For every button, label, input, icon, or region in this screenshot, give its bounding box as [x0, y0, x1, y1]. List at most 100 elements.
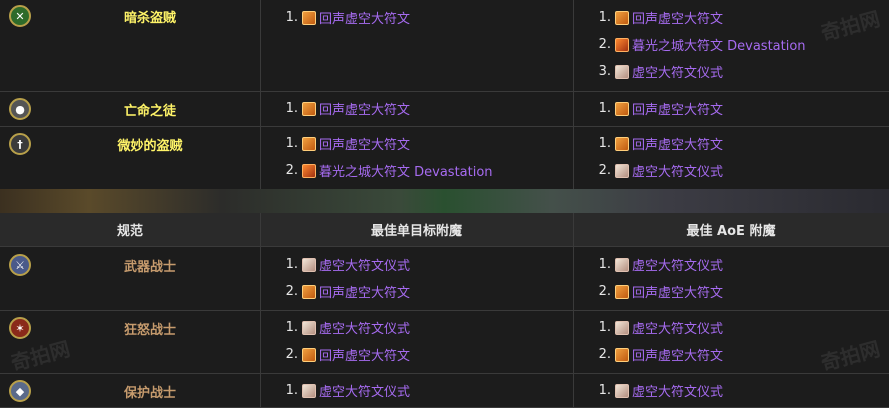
spec-name: 狂怒战士 — [123, 323, 176, 338]
echo-rune-icon — [615, 10, 629, 25]
enchant-link[interactable]: 回声虚空大符文 — [319, 345, 410, 364]
echo-rune-icon — [302, 136, 316, 151]
enchant-list-item[interactable]: 1. 虚空大符文仪式 — [282, 381, 410, 400]
shadow-dagger-icon: † — [9, 133, 31, 155]
enchant-link[interactable]: 回声虚空大符文 — [319, 282, 410, 301]
enchant-link[interactable]: 回声虚空大符文 — [632, 8, 723, 27]
enchant-list-item[interactable]: 3. 虚空大符文仪式 — [595, 62, 723, 81]
item-number: 2. — [598, 347, 611, 362]
enchant-list-item[interactable]: 2. 暮光之城大符文 Devastation — [282, 161, 493, 180]
spec-cell: ● 亡命之徒 — [0, 91, 261, 126]
item-number: 1. — [285, 136, 298, 151]
enchant-link[interactable]: 虚空大符文仪式 — [319, 255, 410, 274]
enchant-link[interactable]: 回声虚空大符文 — [319, 8, 410, 27]
echo-rune-icon — [302, 101, 316, 116]
enchant-list-item[interactable]: 1. 回声虚空大符文 — [595, 8, 723, 27]
enchant-list-item[interactable]: 1. 虚空大符文仪式 — [595, 255, 723, 274]
echo-rune-icon — [615, 347, 629, 362]
table-row: ⚔ 武器战士 1. 虚空大符文仪式 2. 回声虚空大符文 1. 虚空大符文仪式 2. 回声虚空大符… — [0, 247, 889, 311]
item-number: 1. — [285, 383, 298, 398]
aoe-cell: 1. 虚空大符文仪式 2. 回声虚空大符文 — [573, 247, 889, 310]
spec-name: 微妙的盗贼 — [117, 139, 183, 154]
enchant-link[interactable]: 回声虚空大符文 — [632, 345, 723, 364]
enchant-list-item[interactable]: 2. 回声虚空大符文 — [595, 282, 723, 301]
item-number: 1. — [285, 10, 298, 25]
echo-rune-icon — [615, 101, 629, 116]
single-target-cell: 1. 回声虚空大符文 — [260, 91, 574, 126]
dawn-rune-icon — [615, 37, 629, 52]
echo-rune-icon — [302, 347, 316, 362]
spec-name: 亡命之徒 — [123, 104, 176, 119]
enchant-list-item[interactable]: 1. 虚空大符文仪式 — [595, 318, 723, 337]
enchant-list-item[interactable]: 2. 回声虚空大符文 — [282, 282, 410, 301]
spec-cell: ◆ 保护战士 — [0, 373, 261, 407]
background-image-band — [0, 189, 889, 213]
spec-name: 武器战士 — [123, 260, 176, 275]
single-target-cell: 1. 回声虚空大符文 2. 暮光之城大符文 Devastation — [260, 126, 574, 189]
enchant-link[interactable]: 回声虚空大符文 — [319, 134, 410, 153]
void-rune-icon — [302, 383, 316, 398]
dawn-rune-icon — [302, 163, 316, 178]
item-number: 2. — [598, 284, 611, 299]
item-number: 1. — [598, 320, 611, 335]
echo-rune-icon — [302, 284, 316, 299]
enchant-link[interactable]: 回声虚空大符文 — [319, 99, 410, 118]
enchant-link[interactable]: 暮光之城大符文 Devastation — [632, 35, 806, 54]
single-target-cell: 1. 虚空大符文仪式 2. 回声虚空大符文 — [260, 247, 574, 310]
void-rune-icon — [615, 64, 629, 79]
item-number: 3. — [598, 64, 611, 79]
enchant-link[interactable]: 暮光之城大符文 Devastation — [319, 161, 493, 180]
enchant-link[interactable]: 虚空大符文仪式 — [319, 381, 410, 400]
echo-rune-icon — [302, 10, 316, 25]
enchant-link[interactable]: 虚空大符文仪式 — [319, 318, 410, 337]
enchant-list-item[interactable]: 1. 虚空大符文仪式 — [282, 255, 410, 274]
table-header: 规范 最佳单目标附魔 最佳 AoE 附魔 — [0, 213, 889, 247]
aoe-cell: 1. 回声虚空大符文 2. 虚空大符文仪式 — [573, 126, 889, 189]
single-target-cell: 1. 回声虚空大符文 — [260, 0, 574, 91]
enchant-link[interactable]: 虚空大符文仪式 — [632, 381, 723, 400]
enchant-list-item[interactable]: 2. 虚空大符文仪式 — [595, 161, 723, 180]
echo-rune-icon — [615, 136, 629, 151]
enchant-link[interactable]: 回声虚空大符文 — [632, 99, 723, 118]
item-number: 1. — [598, 257, 611, 272]
enchant-link[interactable]: 虚空大符文仪式 — [632, 62, 723, 81]
enchant-list-item[interactable]: 1. 回声虚空大符文 — [595, 134, 723, 153]
item-number: 1. — [598, 136, 611, 151]
table-row: ✕ 暗杀盗贼 1. 回声虚空大符文 1. 回声虚空大符文 2. 暮光之城大符文 Devasta… — [0, 0, 889, 92]
table-row: ◆ 保护战士 1. 虚空大符文仪式 1. 虚空大符文仪式 — [0, 373, 889, 408]
void-rune-icon — [615, 163, 629, 178]
item-number: 1. — [598, 383, 611, 398]
enchant-list-item[interactable]: 2. 回声虚空大符文 — [595, 345, 723, 364]
spec-cell: ⚔ 武器战士 — [0, 247, 261, 310]
fury-axe-icon: ✶ — [9, 317, 31, 339]
single-target-cell: 1. 虚空大符文仪式 2. 回声虚空大符文 — [260, 310, 574, 373]
enchant-list-item[interactable]: 1. 回声虚空大符文 — [282, 99, 410, 118]
enchant-link[interactable]: 回声虚空大符文 — [632, 134, 723, 153]
item-number: 2. — [598, 37, 611, 52]
enchant-list-item[interactable]: 2. 暮光之城大符文 Devastation — [595, 35, 806, 54]
void-rune-icon — [615, 320, 629, 335]
item-number: 2. — [285, 347, 298, 362]
void-rune-icon — [302, 320, 316, 335]
item-number: 1. — [598, 10, 611, 25]
enchant-link[interactable]: 虚空大符文仪式 — [632, 161, 723, 180]
spec-name: 保护战士 — [123, 386, 176, 401]
void-rune-icon — [302, 257, 316, 272]
enchant-list-item[interactable]: 1. 回声虚空大符文 — [282, 134, 410, 153]
enchant-link[interactable]: 虚空大符文仪式 — [632, 255, 723, 274]
enchant-list-item[interactable]: 2. 回声虚空大符文 — [282, 345, 410, 364]
enchant-list-item[interactable]: 1. 回声虚空大符文 — [282, 8, 410, 27]
enchant-link[interactable]: 虚空大符文仪式 — [632, 318, 723, 337]
enchant-list-item[interactable]: 1. 回声虚空大符文 — [595, 99, 723, 118]
item-number: 1. — [285, 257, 298, 272]
item-number: 2. — [285, 163, 298, 178]
enchant-list-item[interactable]: 1. 虚空大符文仪式 — [595, 381, 723, 400]
enchant-list-item[interactable]: 1. 虚空大符文仪式 — [282, 318, 410, 337]
header-aoe: 最佳 AoE 附魔 — [686, 224, 776, 239]
item-number: 1. — [285, 101, 298, 116]
single-target-cell: 1. 虚空大符文仪式 — [260, 373, 574, 407]
aoe-cell: 1. 虚空大符文仪式 — [573, 373, 889, 407]
enchant-link[interactable]: 回声虚空大符文 — [632, 282, 723, 301]
table-row: ● 亡命之徒 1. 回声虚空大符文 1. 回声虚空大符文 — [0, 91, 889, 127]
header-single-target: 最佳单目标附魔 — [260, 213, 574, 246]
